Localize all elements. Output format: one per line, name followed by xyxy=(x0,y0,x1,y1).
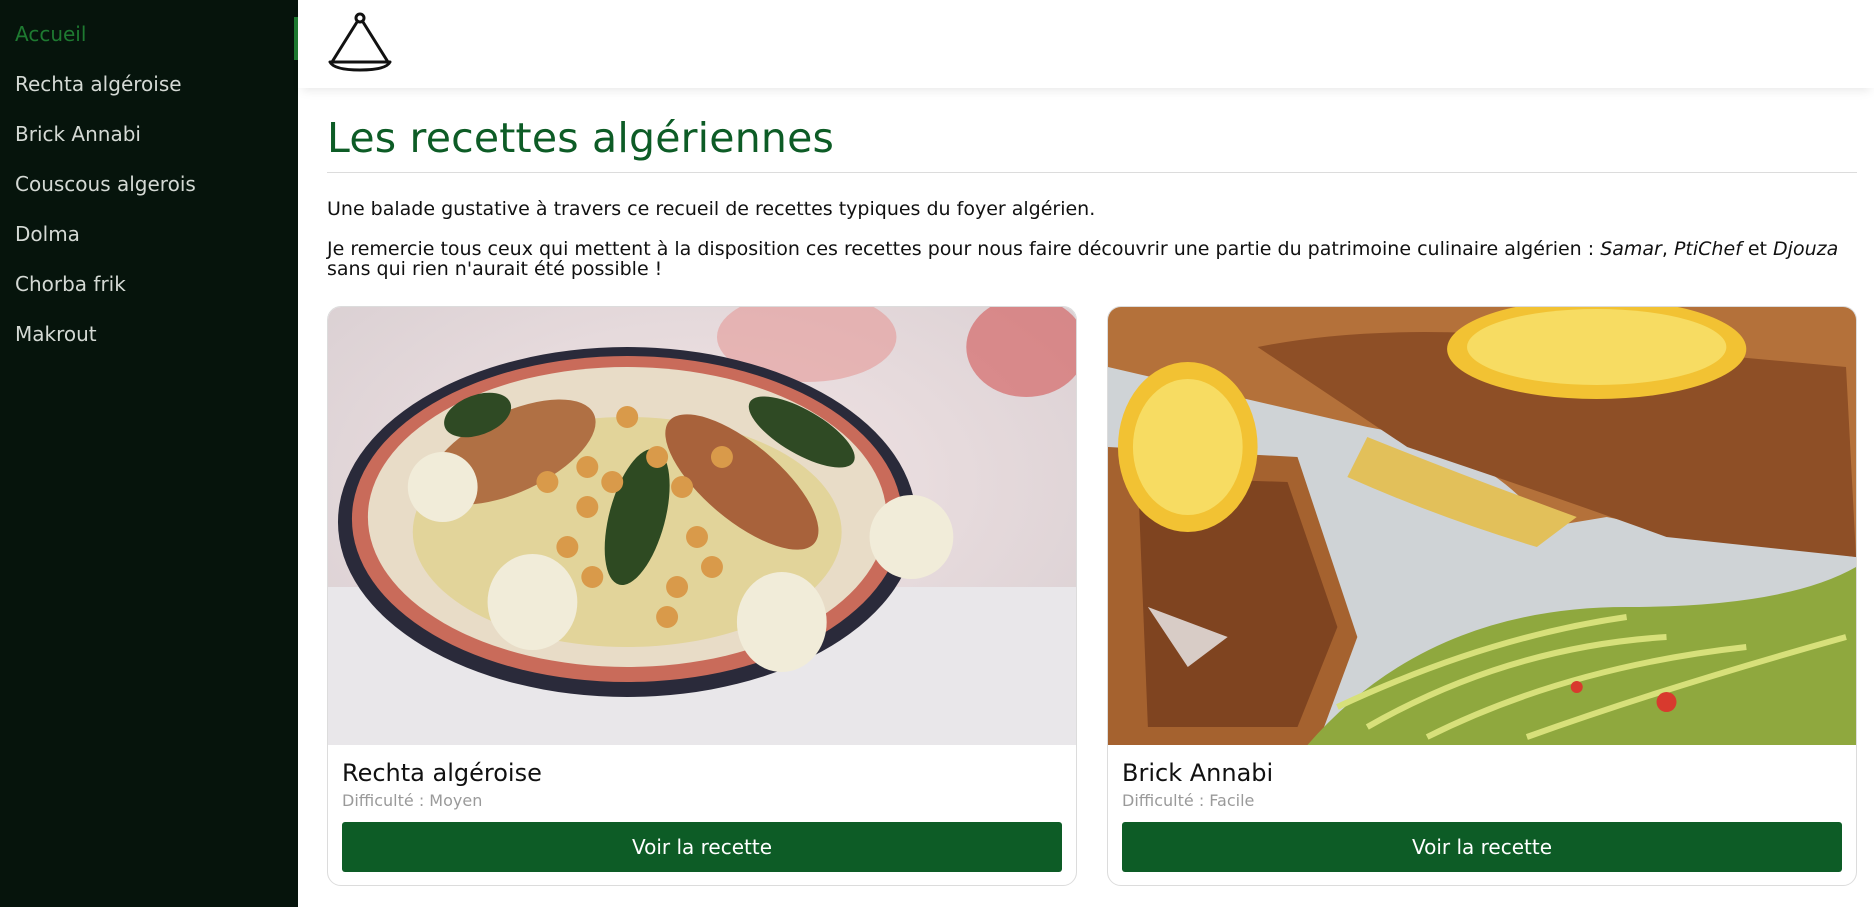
difficulty-value: Facile xyxy=(1209,791,1255,810)
sidebar: Accueil Rechta algéroise Brick Annabi Co… xyxy=(0,0,298,907)
brick-dish-photo[interactable] xyxy=(1108,307,1856,745)
view-recipe-button[interactable]: Voir la recette xyxy=(1122,822,1842,872)
sidebar-item-rechta-algeroise[interactable]: Rechta algéroise xyxy=(0,67,298,117)
recipe-card-rechta: Rechta algéroise DifficultéMoyen Voir la… xyxy=(327,306,1077,886)
difficulty-value: Moyen xyxy=(429,791,483,810)
sidebar-item-brick-annabi[interactable]: Brick Annabi xyxy=(0,117,298,167)
credit-separator: , xyxy=(1661,238,1674,260)
credit-djouza: Djouza xyxy=(1773,238,1839,260)
credit-ptichef: PtiChef xyxy=(1673,238,1742,260)
thanks-text-start: Je remercie tous ceux qui mettent à la d… xyxy=(327,238,1601,260)
sidebar-item-makrout[interactable]: Makrout xyxy=(0,317,298,367)
recipe-card-brick: Brick Annabi DifficultéFacile Voir la re… xyxy=(1107,306,1857,886)
sidebar-item-couscous-algerois[interactable]: Couscous algerois xyxy=(0,167,298,217)
recipe-cards: Rechta algéroise DifficultéMoyen Voir la… xyxy=(327,306,1857,886)
top-header xyxy=(298,0,1874,88)
intro-paragraph: Une balade gustative à travers ce recuei… xyxy=(327,198,1096,220)
sidebar-menu: Accueil Rechta algéroise Brick Annabi Co… xyxy=(0,0,298,367)
card-title: Brick Annabi xyxy=(1122,759,1274,787)
card-difficulty: DifficultéFacile xyxy=(1122,791,1254,810)
main-content: Les recettes algériennes Une balade gust… xyxy=(327,88,1857,886)
view-recipe-button[interactable]: Voir la recette xyxy=(342,822,1062,872)
sidebar-item-chorba-frik[interactable]: Chorba frik xyxy=(0,267,298,317)
card-difficulty: DifficultéMoyen xyxy=(342,791,482,810)
card-title: Rechta algéroise xyxy=(342,759,542,787)
thanks-paragraph: Je remercie tous ceux qui mettent à la d… xyxy=(327,239,1857,279)
page-title: Les recettes algériennes xyxy=(327,114,1857,173)
rechta-dish-photo[interactable] xyxy=(328,307,1076,745)
thanks-text-end: sans qui rien n'aurait été possible ! xyxy=(327,258,663,280)
credit-separator: et xyxy=(1741,238,1774,260)
tajine-icon[interactable] xyxy=(328,12,392,72)
difficulty-label: Difficulté xyxy=(342,791,429,810)
credit-samar: Samar xyxy=(1600,238,1662,260)
sidebar-item-accueil[interactable]: Accueil xyxy=(0,17,298,67)
difficulty-label: Difficulté xyxy=(1122,791,1209,810)
sidebar-item-dolma[interactable]: Dolma xyxy=(0,217,298,267)
